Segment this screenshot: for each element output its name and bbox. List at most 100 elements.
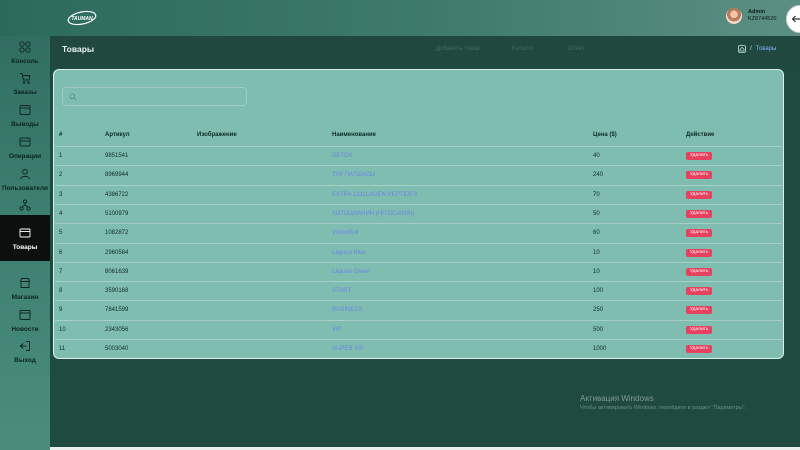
grid-icon [19,41,31,53]
table-row: 5 1082872 VisionBoll 60 Удалить [55,223,782,242]
delete-button[interactable]: Удалить [686,229,713,237]
sidebar-item-9[interactable]: Новости [0,307,50,341]
column-header-action: Действие [686,132,715,138]
sidebar-item-10[interactable]: Выход [0,338,50,372]
row-product-name[interactable]: SUPER VIP [332,346,364,352]
windows-activation-subtitle: Чтобы активировать Windows, перейдите в … [580,405,747,411]
row-sku: 1082872 [105,230,129,236]
row-number: 10 [59,327,66,333]
user-menu[interactable]: Admin KZ8744520 [726,8,776,24]
breadcrumb-current[interactable]: Товары [756,46,777,52]
row-price: 500 [593,327,604,333]
avatar[interactable] [726,8,742,24]
header-link-add[interactable]: Добавить товар [436,46,480,52]
delete-button[interactable]: Удалить [686,287,713,295]
sidebar-item-7[interactable]: Товары [0,215,50,261]
delete-button[interactable]: Удалить [686,191,713,199]
row-price: 10 [593,250,600,256]
row-product-name[interactable]: ТАУ ПАТШАСЫ [332,172,375,178]
sidebar-item-label: Магазин [11,294,39,301]
card-icon [19,137,31,147]
column-header-sku: Артикул [105,132,130,138]
wallet-icon [19,105,31,115]
arrow-left-icon [791,15,800,23]
sidebar-item-3[interactable]: Выводы [0,102,50,136]
row-product-name[interactable]: START [332,288,351,294]
row-price: 240 [593,172,604,178]
sidebar-item-4[interactable]: Операции [0,134,50,168]
sidebar-item-label: Выход [14,357,36,364]
row-product-name[interactable]: DETOX [332,153,353,159]
home-icon[interactable] [738,45,746,53]
row-product-name[interactable]: EXTRA COLLAGEN PEPTIDES [332,192,417,198]
logo[interactable]: TAUMAN [66,9,98,27]
row-price: 40 [593,153,600,159]
row-sku: 4386722 [105,192,129,198]
sidebar-item-label: Товары [12,244,38,251]
row-product-name[interactable]: BUSINESS [332,307,362,313]
box-icon [19,228,31,238]
sidebar-item-8[interactable]: Магазин [0,275,50,309]
row-product-name[interactable]: ХИТОЦИАНИН (HITOCIANIN) [332,211,414,217]
logout-icon [19,341,30,351]
top-bar [0,0,800,36]
delete-button[interactable]: Удалить [686,171,713,179]
search-icon [69,93,77,101]
row-sku: 3590168 [105,288,129,294]
row-price: 1000 [593,346,607,352]
row-sku: 7841599 [105,307,129,313]
delete-button[interactable]: Удалить [686,152,713,160]
row-sku: 8969944 [105,172,129,178]
row-number: 9 [59,307,63,313]
sidebar-item-5[interactable]: Пользователи [0,166,50,200]
delete-button[interactable]: Удалить [686,345,713,353]
breadcrumb: / Товары [738,45,776,53]
sidebar-item-label: Операции [8,153,42,160]
sidebar-item-label: Консоль [11,58,39,65]
header-link-report[interactable]: Отчёт [568,46,585,52]
search-input[interactable] [62,87,247,106]
structure-icon [19,199,31,211]
row-number: 5 [59,230,63,236]
cart-icon [20,73,31,84]
row-product-name[interactable]: Laguna Blue [332,250,366,256]
row-price: 100 [593,288,604,294]
breadcrumb-separator: / [750,46,752,52]
row-number: 7 [59,269,63,275]
table-row: 10 2343056 VIP 500 Удалить [55,320,782,339]
delete-button[interactable]: Удалить [686,306,713,314]
row-price: 50 [593,211,600,217]
sidebar-item-label: Пользователи [1,185,49,192]
row-price: 250 [593,307,604,313]
row-sku: 5100979 [105,211,129,217]
sidebar-item-1[interactable]: Консоль [0,39,50,73]
row-price: 60 [593,230,600,236]
row-number: 3 [59,192,63,198]
sidebar-item-2[interactable]: Заказы [0,70,50,104]
windows-activation-title: Активация Windows [580,394,654,403]
news-icon [19,310,31,320]
table-row: 4 5100979 ХИТОЦИАНИН (HITOCIANIN) 50 Удалить [55,204,782,223]
header-link-catalog[interactable]: Каталог [512,46,534,52]
row-product-name[interactable]: VisionBoll [332,230,358,236]
sidebar-item-label: Заказы [13,89,37,96]
users-icon [20,169,30,180]
column-header-image: Изображение [197,132,237,138]
column-header-name: Наименование [332,132,377,138]
sidebar-item-label: Выводы [11,121,39,128]
row-sku: 5003040 [105,346,129,352]
table-row: 6 2960584 Laguna Blue 10 Удалить [55,243,782,262]
column-header-number: # [59,132,63,138]
page-title: Товары [62,44,95,54]
delete-button[interactable]: Удалить [686,326,713,334]
sidebar-item-label: Новости [11,326,39,333]
delete-button[interactable]: Удалить [686,249,713,257]
delete-button[interactable]: Удалить [686,210,713,218]
user-id: KZ8744520 [748,16,777,22]
row-number: 2 [59,172,63,178]
row-number: 11 [59,346,66,352]
delete-button[interactable]: Удалить [686,268,713,276]
row-product-name[interactable]: Laguna Green [332,269,370,275]
table-row: 2 8969944 ТАУ ПАТШАСЫ 240 Удалить [55,165,782,184]
row-product-name[interactable]: VIP [332,327,342,333]
